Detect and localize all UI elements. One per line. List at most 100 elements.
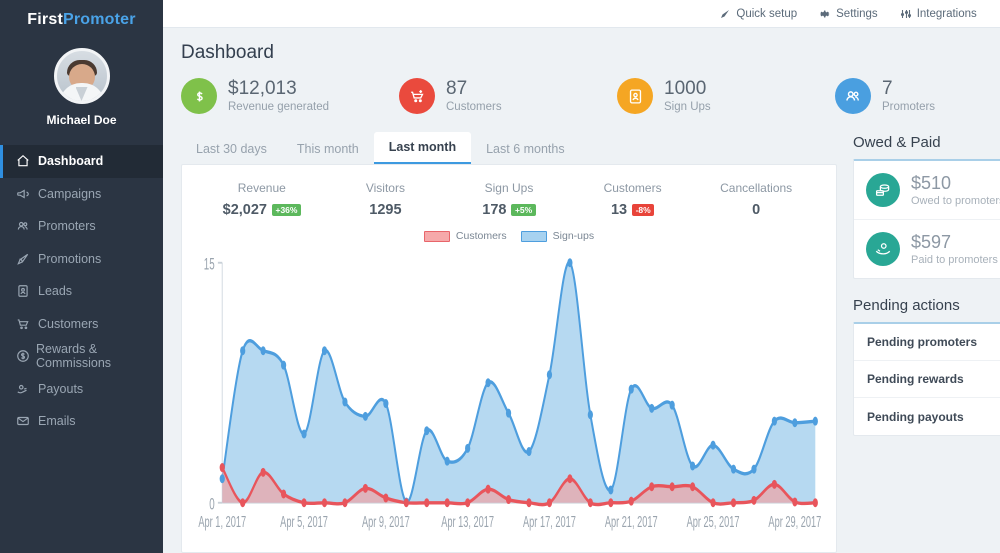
stat-label: Customers — [446, 101, 502, 113]
stat-cards: $12,013 Revenue generated 87 Customers — [181, 78, 1000, 114]
sidebar-item-leads[interactable]: Leads — [0, 275, 163, 308]
status-badge: +5% — [511, 204, 535, 216]
stat-value: 1000 — [664, 79, 711, 99]
metric-header: Customers — [571, 181, 695, 195]
sidebar-item-label: Emails — [38, 414, 76, 428]
sidebar-item-dashboard[interactable]: Dashboard — [0, 145, 163, 178]
owed-paid-panel: $510 Owed to promoters $597 Paid to prom… — [853, 159, 1000, 279]
settings-link[interactable]: Settings — [808, 0, 889, 28]
pending-label: Pending rewards — [867, 372, 964, 386]
brand-second: Promoter — [63, 11, 136, 29]
stat-label: Sign Ups — [664, 101, 711, 113]
legend-label: Sign-ups — [553, 230, 594, 242]
stat-value: $12,013 — [228, 79, 329, 99]
pending-row-rewards[interactable]: Pending rewards 0 — [854, 360, 1000, 397]
svg-text:Apr 5, 2017: Apr 5, 2017 — [280, 512, 328, 530]
sidebar-item-label: Promotions — [38, 252, 101, 266]
metric-header: Sign Ups — [447, 181, 571, 195]
stat-label: Promoters — [882, 101, 935, 113]
sidebar-item-customers[interactable]: Customers — [0, 308, 163, 341]
sidebar-item-label: Customers — [38, 317, 98, 331]
avatar — [54, 48, 110, 104]
tab-last-6-months[interactable]: Last 6 months — [471, 134, 580, 164]
sliders-icon — [900, 8, 912, 20]
legend-swatch-customers — [424, 231, 450, 242]
svg-text:Apr 1, 2017: Apr 1, 2017 — [198, 512, 246, 530]
metrics-row: Revenue $2,027 +36% Visitors 1295 — [194, 179, 824, 224]
pending-label: Pending payouts — [867, 410, 964, 424]
id-card-icon — [16, 284, 38, 298]
sidebar-item-payouts[interactable]: Payouts — [0, 373, 163, 406]
metric-value: 178 — [482, 202, 506, 218]
metric-value: 0 — [752, 202, 760, 218]
date-range-tabs: Last 30 days This month Last month Last … — [181, 132, 837, 164]
chart-legend: Customers Sign-ups — [194, 230, 824, 242]
svg-text:Apr 25, 2017: Apr 25, 2017 — [687, 512, 740, 530]
cart-icon — [16, 317, 38, 331]
pending-actions-panel: Pending promoters 0 Pending rewards 0 Pe… — [853, 322, 1000, 436]
sidebar-item-label: Payouts — [38, 382, 83, 396]
tab-last-30-days[interactable]: Last 30 days — [181, 134, 282, 164]
pending-row-payouts[interactable]: Pending payouts 78 — [854, 397, 1000, 435]
sidebar: FirstPromoter Michael Doe Dashboard — [0, 0, 163, 553]
app-root: FirstPromoter Michael Doe Dashboard — [0, 0, 1000, 553]
pending-actions-title: Pending actions — [853, 297, 1000, 314]
svg-text:Apr 17, 2017: Apr 17, 2017 — [523, 512, 576, 530]
stat-value: 7 — [882, 79, 935, 99]
dollar-icon — [181, 78, 217, 114]
pending-row-promoters[interactable]: Pending promoters 0 — [854, 324, 1000, 360]
hand-money-icon — [866, 232, 900, 266]
rocket-icon — [16, 252, 38, 266]
chart-card: Revenue $2,027 +36% Visitors 1295 — [181, 164, 837, 553]
status-badge: -8% — [632, 204, 654, 216]
top-bar: Quick setup Settings Integrations Sign o… — [163, 0, 1000, 28]
sidebar-item-label: Dashboard — [38, 154, 103, 168]
sidebar-item-campaigns[interactable]: Campaigns — [0, 178, 163, 211]
users-icon — [16, 219, 38, 233]
brand-logo[interactable]: FirstPromoter — [0, 6, 163, 34]
pending-label: Pending promoters — [867, 335, 977, 349]
payout-icon — [16, 382, 38, 396]
sidebar-nav: Dashboard Campaigns Promoters Promotions — [0, 145, 163, 438]
stat-card-revenue: $12,013 Revenue generated — [181, 78, 399, 114]
sign-out-link[interactable]: Sign out — [988, 0, 1000, 28]
svg-text:Apr 21, 2017: Apr 21, 2017 — [605, 512, 658, 530]
content: Dashboard $12,013 Revenue generated — [163, 28, 1000, 553]
owed-value: $510 — [911, 174, 1000, 192]
sidebar-item-promotions[interactable]: Promotions — [0, 243, 163, 276]
sidebar-item-rewards-commissions[interactable]: Rewards & Commissions — [0, 340, 163, 373]
money-stack-icon — [866, 173, 900, 207]
rocket-icon — [719, 8, 731, 20]
metric-value: 1295 — [369, 202, 401, 218]
settings-label: Settings — [836, 8, 878, 20]
area-chart: 015Apr 1, 2017Apr 5, 2017Apr 9, 2017Apr … — [194, 244, 824, 544]
user-name: Michael Doe — [46, 113, 116, 127]
sidebar-item-label: Leads — [38, 284, 72, 298]
metric-header: Visitors — [324, 181, 448, 195]
quick-setup-link[interactable]: Quick setup — [708, 0, 808, 28]
owed-label: Owed to promoters — [911, 195, 1000, 207]
metric-customers: Customers 13 -8% — [571, 181, 695, 218]
users-icon — [835, 78, 871, 114]
dollar-circle-icon — [16, 349, 36, 363]
svg-text:15: 15 — [204, 255, 215, 273]
stat-value: 87 — [446, 79, 502, 99]
svg-text:Apr 13, 2017: Apr 13, 2017 — [441, 512, 494, 530]
metric-signups: Sign Ups 178 +5% — [447, 181, 571, 218]
page-title: Dashboard — [181, 42, 1000, 64]
brand-first: First — [27, 11, 63, 29]
side-panels: Owed & Paid $510 Owed to promoters — [853, 132, 1000, 553]
legend-label: Customers — [456, 230, 507, 242]
metric-cancellations: Cancellations 0 — [694, 181, 818, 218]
tab-this-month[interactable]: This month — [282, 134, 374, 164]
legend-item-signups[interactable]: Sign-ups — [521, 230, 594, 242]
sidebar-item-emails[interactable]: Emails — [0, 405, 163, 438]
legend-item-customers[interactable]: Customers — [424, 230, 507, 242]
tab-last-month[interactable]: Last month — [374, 132, 471, 164]
metric-value: $2,027 — [223, 202, 267, 218]
integrations-link[interactable]: Integrations — [889, 0, 988, 28]
status-badge: +36% — [272, 204, 301, 216]
metric-revenue: Revenue $2,027 +36% — [200, 181, 324, 218]
svg-text:Apr 9, 2017: Apr 9, 2017 — [362, 512, 410, 530]
sidebar-item-promoters[interactable]: Promoters — [0, 210, 163, 243]
